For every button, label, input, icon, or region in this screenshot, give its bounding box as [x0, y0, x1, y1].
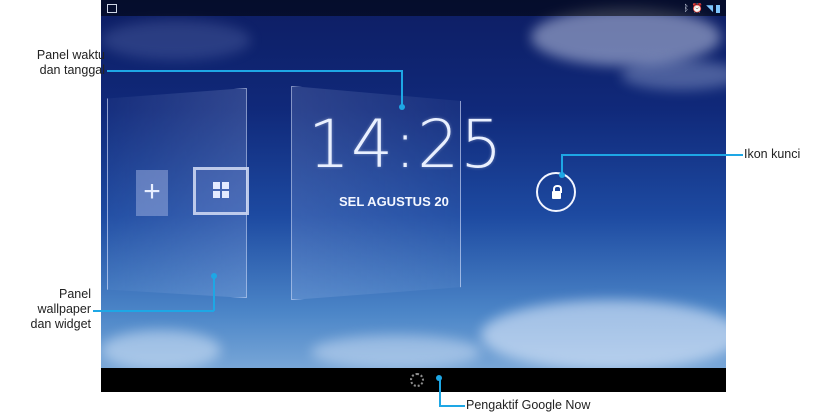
clock-time: 14:25: [308, 106, 504, 183]
callout-dot: [211, 273, 217, 279]
clock-date: SEL AGUSTUS 20: [339, 194, 449, 209]
callout-line: [561, 154, 743, 156]
screenshot-icon: [107, 4, 117, 13]
tablet-screen: ᛒ⏰◥ + 14:25 SEL AGUSTUS 20: [101, 0, 726, 392]
cloud: [621, 60, 726, 90]
google-now-ring-icon[interactable]: [410, 373, 424, 387]
cloud: [101, 20, 251, 60]
callout-wallpaper-widget-panel: Panel wallpaper dan widget: [30, 287, 91, 331]
lock-icon: [552, 191, 561, 199]
callout-line: [93, 310, 214, 312]
callout-line: [107, 70, 402, 72]
widgets-grid-icon: [213, 182, 229, 198]
wifi-icon: ◥: [706, 3, 716, 13]
status-bar: ᛒ⏰◥: [101, 0, 726, 16]
status-icons: ᛒ⏰◥: [683, 3, 720, 14]
cloud: [531, 8, 721, 66]
callout-line: [439, 405, 465, 407]
callout-line: [439, 378, 441, 406]
callout-dot: [399, 104, 405, 110]
cloud: [481, 300, 726, 370]
cloud: [101, 330, 221, 370]
cloud: [311, 335, 481, 369]
bluetooth-icon: ᛒ: [683, 3, 692, 13]
add-widget-button[interactable]: +: [136, 170, 168, 216]
callout-google-now: Pengaktif Google Now: [466, 398, 591, 412]
navigation-bar: [101, 368, 726, 392]
widget-picker-button[interactable]: [193, 167, 249, 215]
callout-line: [401, 70, 403, 106]
callout-lock-icon: Ikon kunci: [744, 147, 801, 161]
callout-dot: [559, 172, 565, 178]
unlock-ring[interactable]: [536, 172, 576, 212]
callout-line: [561, 154, 563, 174]
callout-time-date-panel: Panel waktu dan tanggal: [36, 48, 105, 77]
alarm-icon: ⏰: [691, 3, 707, 13]
callout-line: [213, 277, 215, 311]
battery-icon: [716, 4, 720, 13]
